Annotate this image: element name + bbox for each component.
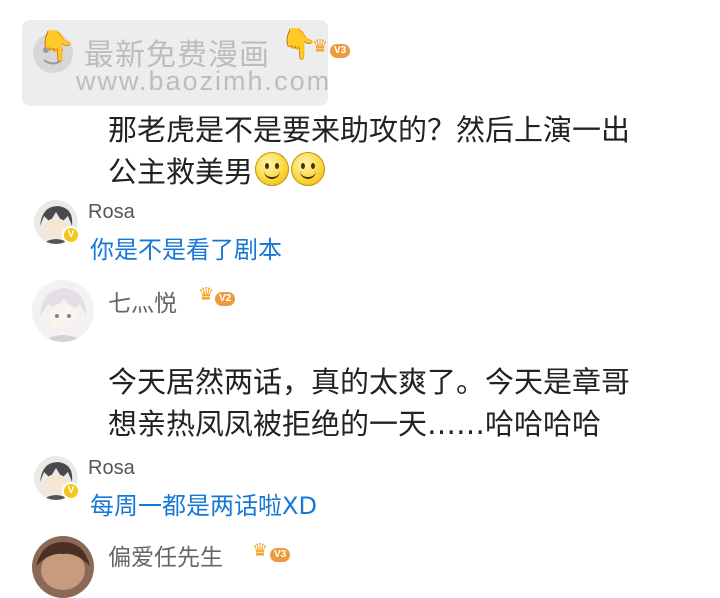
vip-badge-icon: V — [64, 484, 78, 498]
vip-badge-icon: V — [64, 228, 78, 242]
comment-username[interactable]: 七灬悦 — [108, 284, 177, 318]
smiley-icon — [255, 152, 290, 186]
level-badge: V3 — [330, 44, 351, 58]
avatar[interactable] — [32, 280, 94, 342]
reply-text: 你是不是看了剧本 — [90, 236, 282, 264]
crown-icon: ♛ — [312, 36, 329, 57]
crown-icon: ♛ — [252, 540, 269, 561]
level-badge: V3 — [270, 548, 291, 562]
smiley-icon — [291, 152, 326, 186]
comment-text-line2: 公主救美男 — [108, 152, 326, 192]
comment-text: 那老虎是不是要来助攻的？然后上演一出 — [108, 113, 631, 147]
reply-username[interactable]: Rosa — [88, 457, 135, 480]
comment-text: 今天居然两话，真的太爽了。今天是章哥 — [108, 365, 631, 399]
crown-icon: ♛ — [198, 284, 215, 305]
avatar[interactable] — [32, 536, 94, 598]
reply-username[interactable]: Rosa — [88, 201, 135, 224]
comment-username[interactable]: 偏爱任先生 — [108, 538, 223, 572]
pointing-hand-icon: 👇 — [38, 29, 76, 64]
comment-text-line2: 想亲热凤凤被拒绝的一天……哈哈哈哈 — [108, 407, 602, 441]
level-badge: V2 — [215, 292, 236, 306]
watermark-url: www.baozimh.com — [76, 66, 332, 96]
reply-text: 每周一都是两话啦XD — [90, 492, 317, 520]
